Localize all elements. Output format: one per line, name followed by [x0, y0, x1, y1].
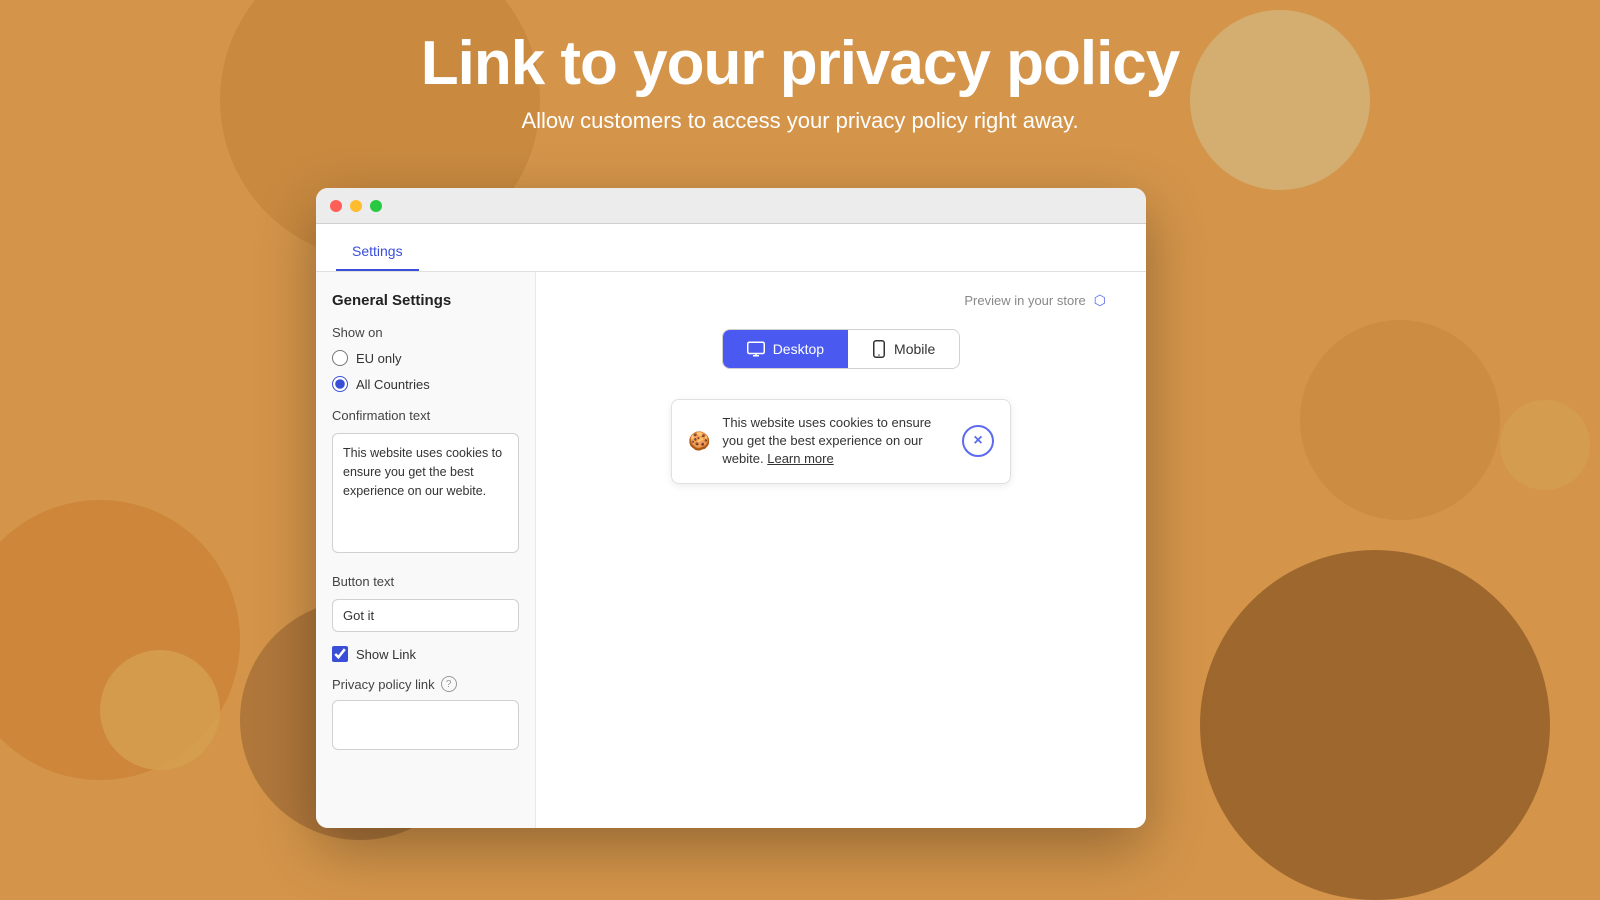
tab-settings[interactable]: Settings [336, 231, 419, 271]
main-content: General Settings Show on EU only All Cou… [316, 272, 1146, 828]
show-link-label: Show Link [356, 647, 416, 662]
bg-circle [1500, 400, 1590, 490]
eu-only-radio-input[interactable] [332, 350, 348, 366]
preview-header: Preview in your store ⬡ [964, 292, 1106, 309]
privacy-textarea[interactable] [332, 700, 519, 750]
cookie-banner-preview: 🍪 This website uses cookies to ensure yo… [671, 399, 1011, 484]
all-countries-radio-input[interactable] [332, 376, 348, 392]
bg-circle [100, 650, 220, 770]
device-toggle: Desktop Mobile [722, 329, 961, 369]
bg-circle [1200, 550, 1550, 900]
privacy-help-icon[interactable]: ? [441, 676, 457, 692]
confirmation-label: Confirmation text [332, 408, 519, 423]
eu-only-radio[interactable]: EU only [332, 350, 519, 366]
settings-panel-title: General Settings [332, 292, 519, 309]
desktop-icon [747, 341, 765, 357]
preview-label: Preview in your store [964, 293, 1085, 308]
settings-panel: General Settings Show on EU only All Cou… [316, 272, 536, 828]
show-link-checkbox-input[interactable] [332, 646, 348, 662]
confirmation-section: Confirmation text This website uses cook… [332, 408, 519, 558]
eu-only-label: EU only [356, 351, 402, 366]
privacy-policy-label: Privacy policy link [332, 677, 435, 692]
bg-circle [1300, 320, 1500, 520]
desktop-button[interactable]: Desktop [723, 330, 848, 368]
all-countries-label: All Countries [356, 377, 430, 392]
minimize-window-button[interactable] [350, 200, 362, 212]
mobile-icon [872, 340, 886, 358]
confirmation-textarea[interactable]: This website uses cookies to ensure you … [332, 433, 519, 553]
cookie-icon: 🍪 [688, 431, 710, 452]
bg-circle [0, 500, 240, 780]
show-on-label: Show on [332, 325, 519, 340]
cookie-text: This website uses cookies to ensure you … [722, 414, 950, 469]
app-window: Settings General Settings Show on EU onl… [316, 188, 1146, 828]
cookie-close-button[interactable]: × [962, 425, 994, 457]
all-countries-radio[interactable]: All Countries [332, 376, 519, 392]
hero-title: Link to your privacy policy [0, 30, 1600, 98]
button-text-label: Button text [332, 574, 519, 589]
bg-circle [1190, 10, 1370, 190]
button-text-input[interactable] [332, 599, 519, 632]
learn-more-link[interactable]: Learn more [767, 451, 833, 466]
title-bar [316, 188, 1146, 224]
button-text-section: Button text [332, 574, 519, 632]
preview-area: Preview in your store ⬡ Desktop [536, 272, 1146, 828]
close-window-button[interactable] [330, 200, 342, 212]
desktop-button-label: Desktop [773, 341, 824, 357]
hero-section: Link to your privacy policy Allow custom… [0, 0, 1600, 134]
maximize-window-button[interactable] [370, 200, 382, 212]
show-link-checkbox[interactable]: Show Link [332, 646, 519, 662]
hero-subtitle: Allow customers to access your privacy p… [0, 108, 1600, 134]
privacy-label-row: Privacy policy link ? [332, 676, 519, 692]
privacy-policy-section: Privacy policy link ? [332, 676, 519, 755]
mobile-button-label: Mobile [894, 341, 935, 357]
external-link-icon[interactable]: ⬡ [1094, 292, 1106, 309]
tabs-bar: Settings [316, 224, 1146, 272]
mobile-button[interactable]: Mobile [848, 330, 959, 368]
